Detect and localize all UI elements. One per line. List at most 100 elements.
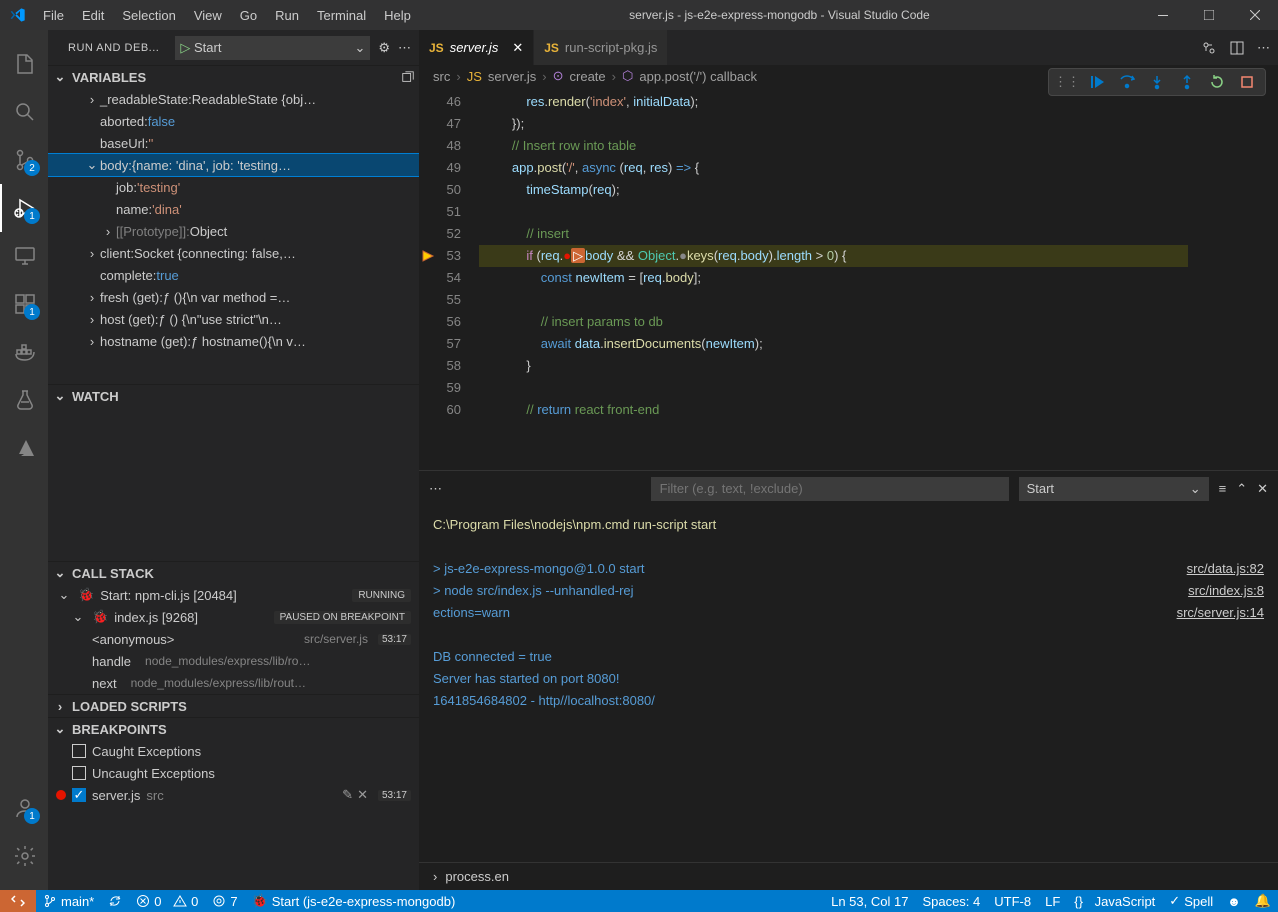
step-out-button[interactable] bbox=[1173, 69, 1201, 95]
code-body[interactable]: res.render('index', initialData); }); //… bbox=[479, 87, 1188, 470]
menu-file[interactable]: File bbox=[35, 4, 72, 27]
code-editor[interactable]: 464748495051525354555657585960 res.rende… bbox=[419, 87, 1278, 470]
minimap[interactable] bbox=[1188, 87, 1278, 470]
variable-row[interactable]: › _readableState: ReadableState {obj… bbox=[48, 88, 419, 110]
menu-terminal[interactable]: Terminal bbox=[309, 4, 374, 27]
more-icon[interactable]: ⋯ bbox=[1257, 40, 1270, 56]
continue-button[interactable] bbox=[1083, 69, 1111, 95]
variable-row[interactable]: › client: Socket {connecting: false,… bbox=[48, 242, 419, 264]
repl-input[interactable]: › process.en bbox=[419, 862, 1278, 890]
activity-scm[interactable]: 2 bbox=[0, 136, 48, 184]
menu-help[interactable]: Help bbox=[376, 4, 419, 27]
menu-go[interactable]: Go bbox=[232, 4, 265, 27]
more-icon[interactable]: ⋯ bbox=[429, 481, 442, 497]
filter-input[interactable] bbox=[651, 477, 1009, 501]
activity-explorer[interactable] bbox=[0, 40, 48, 88]
split-icon[interactable] bbox=[1229, 40, 1245, 56]
source-link[interactable]: src/server.js:14 bbox=[1177, 602, 1264, 624]
watch-header[interactable]: ⌄ WATCH bbox=[48, 385, 419, 407]
branch-button[interactable]: main* bbox=[36, 890, 101, 912]
variable-row[interactable]: › [[Prototype]]: Object bbox=[48, 220, 419, 242]
variable-row[interactable]: complete: true bbox=[48, 264, 419, 286]
activity-search[interactable] bbox=[0, 88, 48, 136]
callstack-frame[interactable]: <anonymous> src/server.js 53:17 bbox=[48, 628, 419, 650]
eol[interactable]: LF bbox=[1038, 890, 1067, 912]
debug-toolbar[interactable]: ⋮⋮ bbox=[1048, 68, 1266, 96]
breakpoint-item[interactable]: Uncaught Exceptions bbox=[48, 762, 419, 784]
minimize-button[interactable] bbox=[1140, 0, 1186, 30]
close-icon[interactable]: ✕ bbox=[357, 787, 368, 803]
step-into-button[interactable] bbox=[1143, 69, 1171, 95]
variable-row[interactable]: aborted: false bbox=[48, 110, 419, 132]
menu-view[interactable]: View bbox=[186, 4, 230, 27]
bc-item[interactable]: app.post('/') callback bbox=[639, 69, 757, 84]
source-link[interactable]: src/data.js:82 bbox=[1177, 558, 1264, 580]
bc-item[interactable]: create bbox=[570, 69, 606, 84]
drag-handle-icon[interactable]: ⋮⋮ bbox=[1053, 69, 1081, 95]
debug-config-dropdown[interactable]: ▷ Start ⌄ bbox=[175, 36, 370, 60]
variable-row[interactable]: › hostname (get): ƒ hostname(){\n v… bbox=[48, 330, 419, 352]
menu-edit[interactable]: Edit bbox=[74, 4, 112, 27]
language-mode[interactable]: {} JavaScript bbox=[1067, 890, 1162, 912]
sync-button[interactable] bbox=[101, 890, 129, 912]
checkbox[interactable] bbox=[72, 744, 86, 758]
callstack-thread[interactable]: ⌄ 🐞 index.js [9268] PAUSED ON BREAKPOINT bbox=[48, 606, 419, 628]
variable-row[interactable]: › host (get): ƒ () {\n"use strict"\n… bbox=[48, 308, 419, 330]
step-over-button[interactable] bbox=[1113, 69, 1141, 95]
close-button[interactable] bbox=[1232, 0, 1278, 30]
callstack-frame[interactable]: next node_modules/express/lib/rout… bbox=[48, 672, 419, 694]
gear-icon[interactable]: ⚙ bbox=[378, 40, 390, 56]
activity-settings[interactable] bbox=[0, 832, 48, 880]
activity-azure[interactable] bbox=[0, 424, 48, 472]
restart-button[interactable] bbox=[1203, 69, 1231, 95]
tab-run-script[interactable]: JS run-script-pkg.js bbox=[534, 30, 668, 65]
callstack-thread[interactable]: ⌄ 🐞 Start: npm-cli.js [20484] RUNNING bbox=[48, 584, 419, 606]
breakpoint-item[interactable]: ✓ server.js src ✎ ✕ 53:17 bbox=[48, 784, 419, 806]
tab-server-js[interactable]: JS server.js ✕ bbox=[419, 30, 534, 65]
menu-run[interactable]: Run bbox=[267, 4, 307, 27]
bc-item[interactable]: server.js bbox=[488, 69, 536, 84]
menu-selection[interactable]: Selection bbox=[114, 4, 183, 27]
loaded-scripts-header[interactable]: › LOADED SCRIPTS bbox=[48, 695, 419, 717]
callstack-header[interactable]: ⌄ CALL STACK bbox=[48, 562, 419, 584]
source-link[interactable]: src/index.js:8 bbox=[1177, 580, 1264, 602]
variable-row[interactable]: job: 'testing' bbox=[48, 176, 419, 198]
clear-icon[interactable]: ≡ bbox=[1219, 481, 1227, 496]
variable-row[interactable]: ⌄ body: {name: 'dina', job: 'testing… bbox=[48, 154, 419, 176]
checkbox[interactable] bbox=[72, 766, 86, 780]
activity-debug[interactable]: 1 bbox=[0, 184, 48, 232]
more-icon[interactable]: ⋯ bbox=[398, 40, 411, 56]
variable-row[interactable]: › fresh (get): ƒ (){\n var method =… bbox=[48, 286, 419, 308]
spell-check[interactable]: ✓ Spell bbox=[1162, 890, 1220, 912]
close-icon[interactable]: ✕ bbox=[1257, 481, 1268, 497]
stop-button[interactable] bbox=[1233, 69, 1261, 95]
collapse-all-icon[interactable] bbox=[401, 70, 415, 84]
cursor-position[interactable]: Ln 53, Col 17 bbox=[824, 890, 915, 912]
bc-item[interactable]: src bbox=[433, 69, 450, 84]
activity-testing[interactable] bbox=[0, 376, 48, 424]
activity-extensions[interactable]: 1 bbox=[0, 280, 48, 328]
variable-row[interactable]: name: 'dina' bbox=[48, 198, 419, 220]
activity-accounts[interactable]: 1 bbox=[0, 784, 48, 832]
activity-docker[interactable] bbox=[0, 328, 48, 376]
task-select[interactable]: Start ⌄ bbox=[1019, 477, 1209, 501]
variables-header[interactable]: ⌄ VARIABLES bbox=[48, 66, 419, 88]
ports-button[interactable]: 7 bbox=[205, 890, 244, 912]
callstack-frame[interactable]: handle node_modules/express/lib/ro… bbox=[48, 650, 419, 672]
checkbox[interactable]: ✓ bbox=[72, 788, 86, 802]
edit-icon[interactable]: ✎ bbox=[342, 787, 353, 803]
indentation[interactable]: Spaces: 4 bbox=[915, 890, 987, 912]
chevron-up-icon[interactable]: ⌃ bbox=[1236, 481, 1247, 497]
remote-button[interactable] bbox=[0, 890, 36, 912]
console-output[interactable]: C:\Program Files\nodejs\npm.cmd run-scri… bbox=[419, 506, 1278, 862]
activity-remote[interactable] bbox=[0, 232, 48, 280]
problems-button[interactable]: 0 0 bbox=[129, 890, 205, 912]
breakpoints-header[interactable]: ⌄ BREAKPOINTS bbox=[48, 718, 419, 740]
notifications-button[interactable]: 🔔 bbox=[1248, 890, 1278, 912]
breakpoint-item[interactable]: Caught Exceptions bbox=[48, 740, 419, 762]
close-icon[interactable]: ✕ bbox=[512, 40, 523, 56]
compare-icon[interactable] bbox=[1201, 40, 1217, 56]
debug-status[interactable]: 🐞Start (js-e2e-express-mongodb) bbox=[245, 890, 463, 912]
variable-row[interactable]: baseUrl: '' bbox=[48, 132, 419, 154]
feedback-button[interactable]: ☻ bbox=[1220, 890, 1248, 912]
